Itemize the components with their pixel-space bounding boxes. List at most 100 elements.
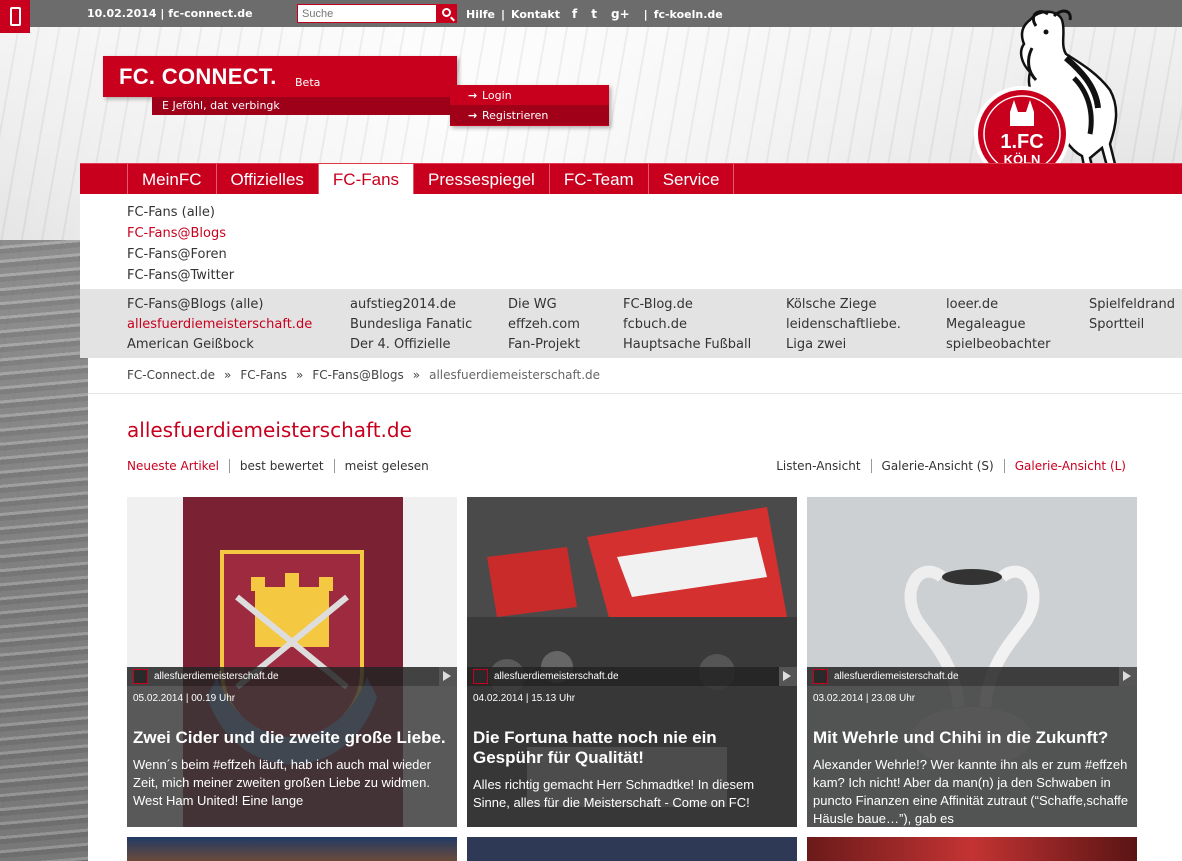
sort-most-read[interactable]: meist gelesen bbox=[333, 459, 439, 473]
nav-item-pressespiegel[interactable]: Pressespiegel bbox=[413, 164, 549, 195]
card-title[interactable]: Mit Wehrle und Chihi in die Zukunft? bbox=[813, 728, 1131, 748]
view-gallery-small[interactable]: Galerie-Ansicht (S) bbox=[870, 459, 1004, 473]
nav-item-service[interactable]: Service bbox=[647, 164, 735, 195]
search-icon bbox=[441, 8, 451, 17]
subnav-item-foren[interactable]: FC-Fans@Foren bbox=[127, 244, 234, 265]
next-button[interactable] bbox=[779, 667, 797, 686]
sort-options: Neueste Artikel best bewertet meist gele… bbox=[127, 459, 439, 473]
next-button[interactable] bbox=[1119, 667, 1137, 686]
play-icon bbox=[1123, 671, 1131, 681]
login-label: Login bbox=[482, 88, 512, 102]
card-excerpt: Alexander Wehrle!? Wer kannte ihn als er… bbox=[813, 757, 1129, 826]
register-link[interactable]: → Registrieren bbox=[450, 105, 609, 125]
login-link[interactable]: → Login bbox=[450, 85, 609, 105]
blog-link[interactable]: FC-Fans@Blogs (alle) bbox=[127, 295, 312, 315]
article-card[interactable]: allesfuerdiemeisterschaft.de 03.02.2014 … bbox=[807, 497, 1137, 827]
nav-item-meinfc[interactable]: MeinFC bbox=[127, 164, 216, 195]
auth-box: → Login → Registrieren bbox=[450, 85, 609, 126]
breadcrumb: FC-Connect.de » FC-Fans » FC-Fans@Blogs … bbox=[127, 368, 600, 382]
blog-link[interactable]: Bundesliga Fanatic bbox=[350, 315, 472, 335]
blog-link[interactable]: FC-Blog.de bbox=[623, 295, 751, 315]
svg-text:1.FC: 1.FC bbox=[1000, 131, 1043, 153]
card-source-bar: allesfuerdiemeisterschaft.de bbox=[467, 667, 797, 686]
card-source[interactable]: allesfuerdiemeisterschaft.de bbox=[494, 671, 619, 682]
breadcrumb-separator: » bbox=[224, 368, 232, 382]
card-excerpt: Wenn´s beim #effzeh läuft, hab ich auch … bbox=[133, 757, 431, 808]
blog-link[interactable]: effzeh.com bbox=[508, 315, 580, 335]
blog-column: Kölsche Ziege leidenschaftliebe. Liga zw… bbox=[786, 295, 901, 355]
card-source[interactable]: allesfuerdiemeisterschaft.de bbox=[154, 671, 279, 682]
twitter-icon[interactable]: t bbox=[591, 7, 597, 21]
card-overlay: 03.02.2014 | 23.08 Uhr Mit Wehrle und Ch… bbox=[807, 686, 1137, 827]
card-title[interactable]: Zwei Cider und die zweite große Liebe. bbox=[133, 728, 451, 748]
article-card-partial[interactable] bbox=[807, 837, 1137, 861]
register-label: Registrieren bbox=[482, 108, 549, 122]
mobile-version-button[interactable] bbox=[0, 0, 30, 33]
top-divider: | bbox=[643, 7, 648, 21]
card-excerpt: Alles richtig gemacht Herr Schmadtke! In… bbox=[473, 777, 755, 810]
facebook-icon[interactable]: f bbox=[572, 7, 577, 21]
breadcrumb-link[interactable]: FC-Fans@Blogs bbox=[312, 368, 403, 382]
blog-link[interactable]: Sportteil bbox=[1089, 315, 1175, 335]
blog-link[interactable]: Hauptsache Fußball bbox=[623, 335, 751, 355]
search-button[interactable] bbox=[437, 4, 457, 23]
search-input[interactable] bbox=[297, 4, 437, 23]
view-gallery-large[interactable]: Galerie-Ansicht (L) bbox=[1003, 459, 1136, 473]
blog-avatar-icon bbox=[473, 669, 488, 684]
arrow-right-icon: → bbox=[468, 88, 478, 102]
breadcrumb-link[interactable]: FC-Connect.de bbox=[127, 368, 215, 382]
article-card[interactable]: allesfuerdiemeisterschaft.de 04.02.2014 … bbox=[467, 497, 797, 827]
blog-link[interactable]: loeer.de bbox=[946, 295, 1051, 315]
blog-link[interactable]: Der 4. Offizielle bbox=[350, 335, 472, 355]
nav-item-fc-team[interactable]: FC-Team bbox=[548, 164, 648, 195]
blog-link[interactable]: Spielfeldrand bbox=[1089, 295, 1175, 315]
site-logo[interactable]: FC. CONNECT. Beta bbox=[103, 56, 457, 97]
card-date: 04.02.2014 | 15.13 Uhr bbox=[473, 693, 576, 704]
blog-link[interactable]: Liga zwei bbox=[786, 335, 901, 355]
breadcrumb-separator: » bbox=[296, 368, 304, 382]
blog-link[interactable]: Fan-Projekt bbox=[508, 335, 580, 355]
blog-column: loeer.de Megaleague spielbeobachter bbox=[946, 295, 1051, 355]
blog-link[interactable]: fcbuch.de bbox=[623, 315, 751, 335]
blog-column: aufstieg2014.de Bundesliga Fanatic Der 4… bbox=[350, 295, 472, 355]
card-title[interactable]: Die Fortuna hatte noch nie ein Gespühr f… bbox=[473, 728, 791, 768]
blog-link[interactable]: aufstieg2014.de bbox=[350, 295, 472, 315]
smartphone-icon bbox=[9, 7, 21, 26]
help-link[interactable]: Hilfe bbox=[466, 8, 495, 21]
article-card-partial[interactable] bbox=[127, 837, 457, 861]
stands-background bbox=[0, 240, 90, 861]
sub-nav: FC-Fans (alle) FC-Fans@Blogs FC-Fans@For… bbox=[80, 194, 1182, 289]
card-overlay: 05.02.2014 | 00.19 Uhr Zwei Cider und di… bbox=[127, 686, 457, 827]
article-card-partial[interactable] bbox=[467, 837, 797, 861]
card-date: 05.02.2014 | 00.19 Uhr bbox=[133, 693, 236, 704]
blog-link[interactable]: Megaleague bbox=[946, 315, 1051, 335]
breadcrumb-link[interactable]: FC-Fans bbox=[240, 368, 287, 382]
play-icon bbox=[783, 671, 791, 681]
blog-link[interactable]: spielbeobachter bbox=[946, 335, 1051, 355]
nav-item-fc-fans[interactable]: FC-Fans bbox=[317, 164, 414, 195]
blog-link[interactable]: allesfuerdiemeisterschaft.de bbox=[127, 315, 312, 335]
view-options: Listen-Ansicht Galerie-Ansicht (S) Galer… bbox=[766, 459, 1136, 473]
breadcrumb-current: allesfuerdiemeisterschaft.de bbox=[429, 368, 601, 382]
subnav-item-twitter[interactable]: FC-Fans@Twitter bbox=[127, 265, 234, 286]
googleplus-icon[interactable]: g+ bbox=[611, 7, 630, 21]
nav-item-offizielles[interactable]: Offizielles bbox=[215, 164, 318, 195]
sort-best-rated[interactable]: best bewertet bbox=[228, 459, 334, 473]
article-card[interactable]: allesfuerdiemeisterschaft.de 05.02.2014 … bbox=[127, 497, 457, 827]
card-source[interactable]: allesfuerdiemeisterschaft.de bbox=[834, 671, 959, 682]
fc-koeln-crest-logo[interactable]: 1.FC KÖLN bbox=[970, 8, 1120, 186]
view-list[interactable]: Listen-Ansicht bbox=[766, 459, 870, 473]
blog-link[interactable]: leidenschaftliebe. bbox=[786, 315, 901, 335]
blog-link[interactable]: American Geißbock bbox=[127, 335, 312, 355]
next-button[interactable] bbox=[439, 667, 457, 686]
blog-column: Spielfeldrand Sportteil bbox=[1089, 295, 1175, 335]
contact-link[interactable]: Kontakt bbox=[511, 8, 560, 21]
blog-link[interactable]: Kölsche Ziege bbox=[786, 295, 901, 315]
subnav-item-blogs[interactable]: FC-Fans@Blogs bbox=[127, 223, 234, 244]
sort-newest[interactable]: Neueste Artikel bbox=[127, 459, 229, 473]
fc-koeln-link[interactable]: fc-koeln.de bbox=[654, 8, 723, 21]
blog-link[interactable]: Die WG bbox=[508, 295, 580, 315]
subnav-item-fc-fans-alle[interactable]: FC-Fans (alle) bbox=[127, 202, 234, 223]
beta-badge: Beta bbox=[295, 76, 321, 89]
blog-column: FC-Fans@Blogs (alle) allesfuerdiemeister… bbox=[127, 295, 312, 355]
